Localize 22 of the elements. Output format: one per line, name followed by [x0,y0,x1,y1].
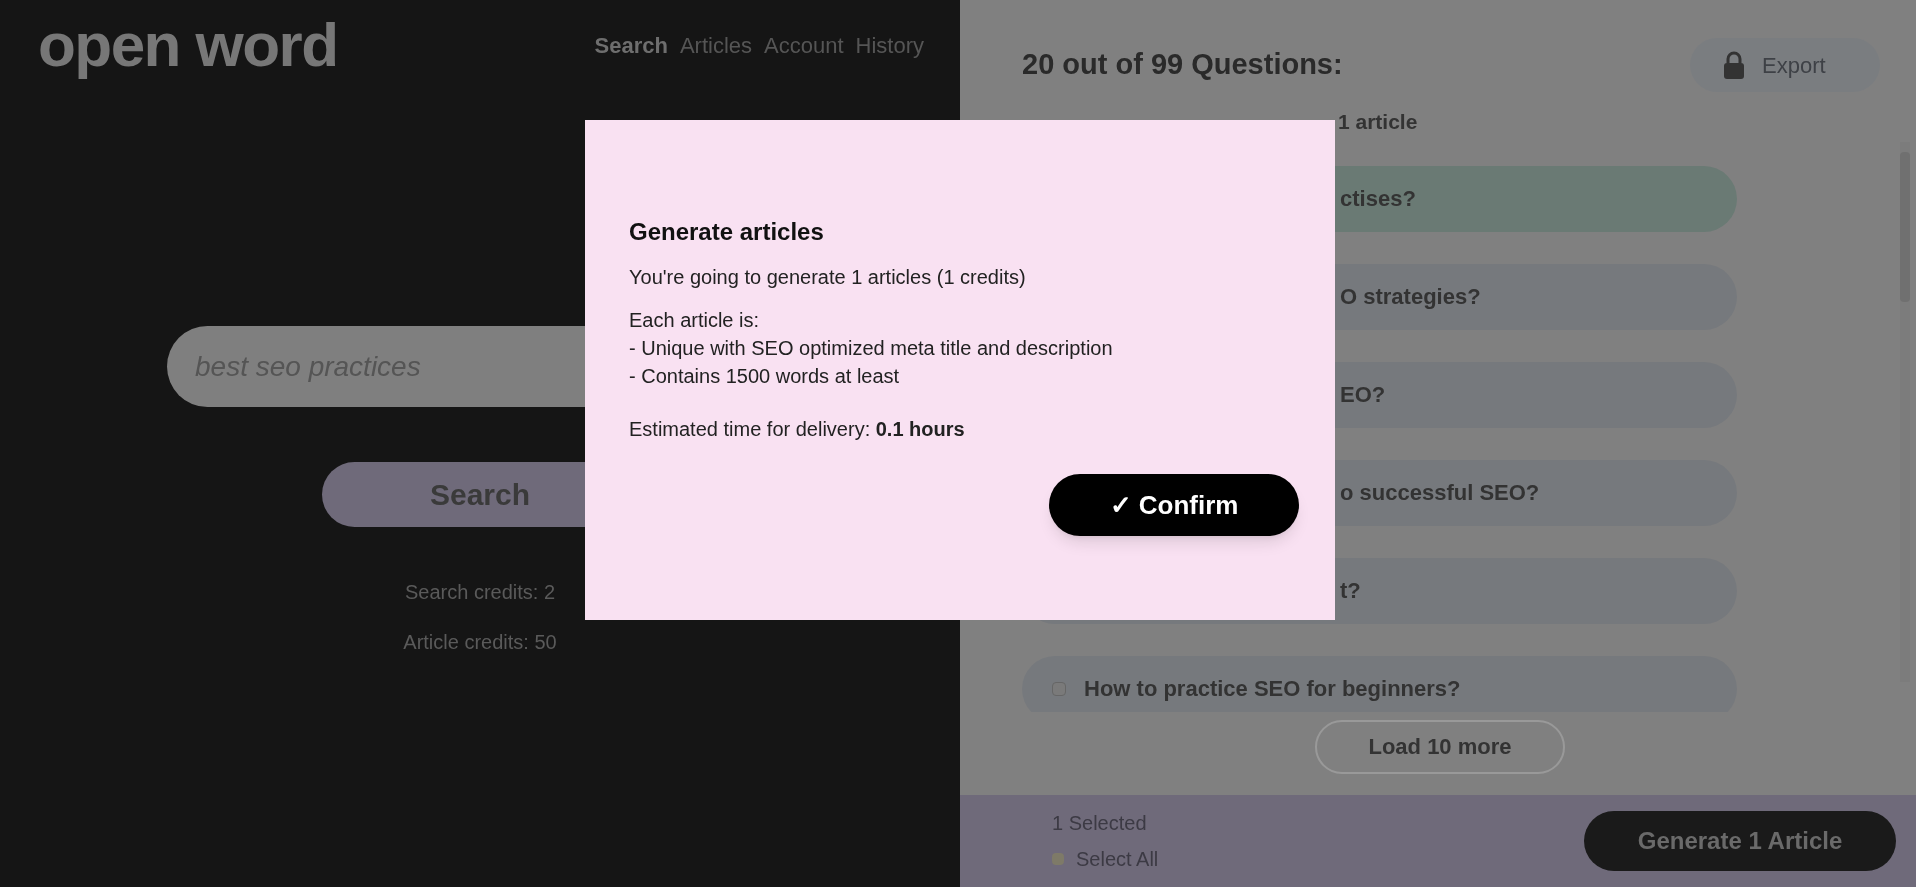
export-button[interactable]: Export [1690,38,1880,92]
nav-link[interactable]: Articles [679,28,753,62]
credits-text: Article credits: 50 [403,630,557,655]
question-row[interactable]: How to practice SEO for beginners? [1022,655,1737,712]
question-text: t? [1340,577,1361,605]
load-more-button[interactable]: Load 10 more [1315,719,1565,774]
question-text: O strategies? [1340,283,1481,311]
lock-icon [1722,51,1746,79]
nav-link[interactable]: Search [594,28,668,62]
credits-text: Search credits: 2 [404,580,556,605]
nav-link[interactable]: History [855,28,924,62]
question-text: How to practice SEO for beginners? [1084,675,1461,703]
question-text: ctises? [1340,185,1416,213]
nav-link[interactable]: Account [764,28,844,62]
estimate-text: Estimated time for delivery: 0.1 hours [629,417,966,442]
question-text: EO? [1340,381,1386,409]
subtitle-text: 1 article [1338,109,1419,135]
dialog-title: Generate articles [629,217,825,247]
generate-button[interactable]: Generate 1 Article [1584,811,1896,871]
confirm-button[interactable]: ✓ Confirm [1049,474,1299,536]
question-text: o successful SEO? [1340,479,1540,507]
questions-title: 20 out of 99 Questions: [1022,47,1343,83]
